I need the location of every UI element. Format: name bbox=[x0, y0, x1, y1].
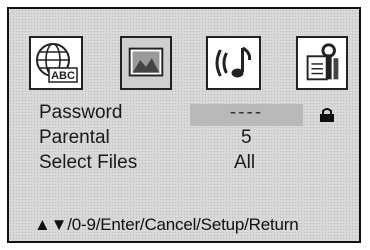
landscape-icon bbox=[128, 47, 164, 77]
lock-icon bbox=[320, 108, 334, 122]
music-note-icon bbox=[215, 46, 252, 78]
key-hint-text: /0-9/Enter/Cancel/Setup/Return bbox=[67, 215, 299, 234]
tools-icon bbox=[306, 43, 339, 81]
select-files-label: Select Files bbox=[39, 152, 138, 173]
setup-tab[interactable] bbox=[296, 36, 348, 90]
key-hint-bar: ▲▼/0-9/Enter/Cancel/Setup/Return bbox=[34, 215, 299, 235]
abc-text: ABC bbox=[51, 70, 75, 82]
password-label: Password bbox=[39, 102, 123, 123]
parental-value[interactable]: 5 bbox=[241, 127, 252, 149]
language-tab[interactable]: ABC bbox=[29, 36, 83, 90]
picture-tab[interactable] bbox=[120, 36, 172, 90]
password-value: ---- bbox=[229, 102, 264, 123]
arrow-keys-icon: ▲▼ bbox=[34, 215, 68, 234]
parental-label: Parental bbox=[39, 127, 110, 148]
setup-menu-panel: ABC Password ---- Parental 5 Select File… bbox=[7, 7, 361, 243]
select-files-value[interactable]: All bbox=[234, 152, 255, 174]
audio-tab[interactable] bbox=[206, 36, 261, 90]
globe-icon: ABC bbox=[36, 43, 78, 83]
